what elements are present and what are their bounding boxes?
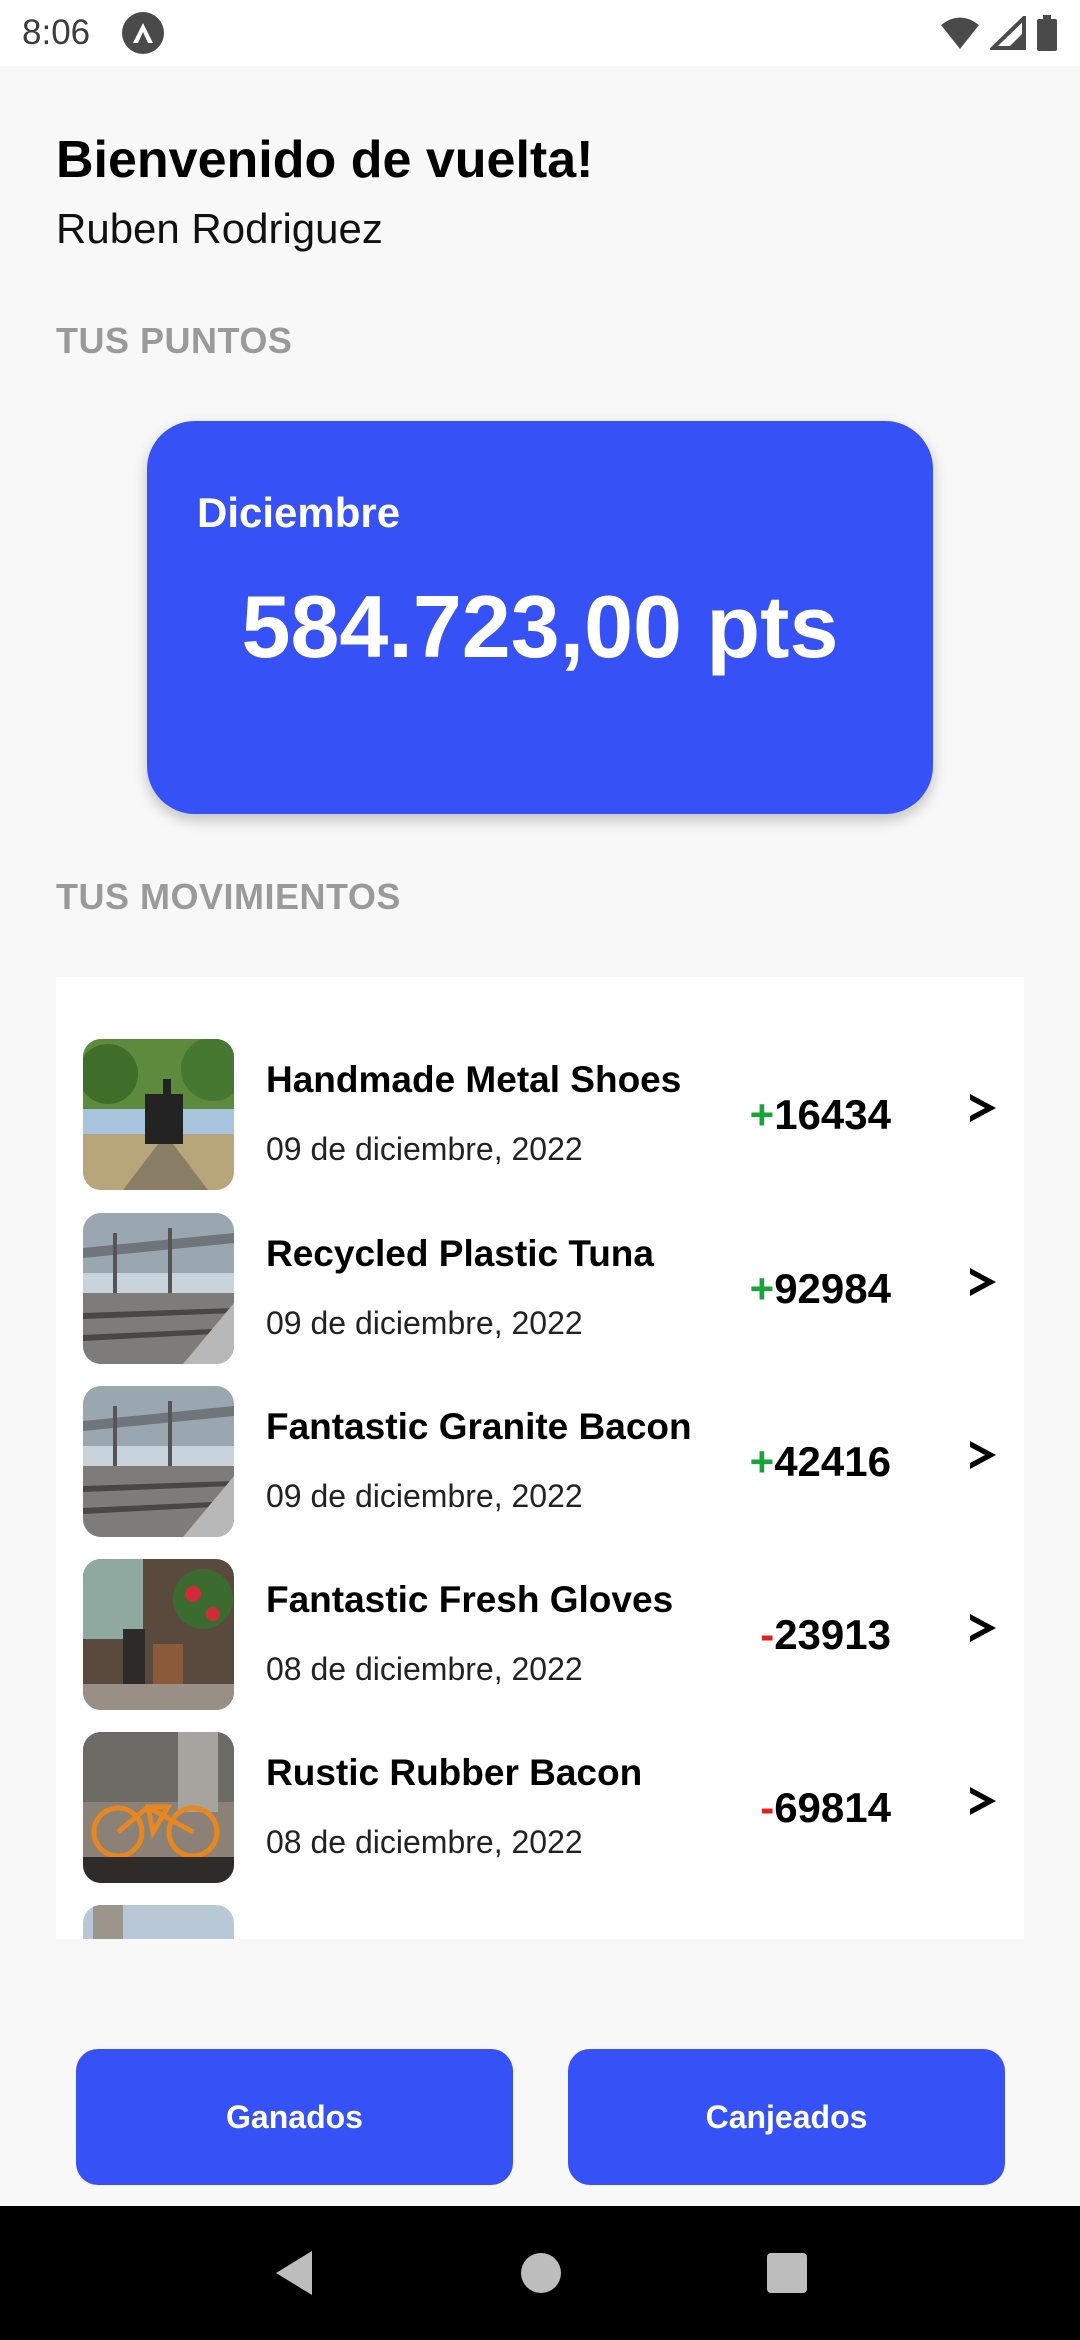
movement-title: Fantastic Granite Bacon bbox=[266, 1406, 692, 1447]
movement-item[interactable]: Fantastic Fresh Gloves 08 de diciembre, … bbox=[56, 1559, 1024, 1713]
amount-value: 92984 bbox=[774, 1265, 891, 1312]
amount-sign: + bbox=[749, 1091, 775, 1138]
recents-icon[interactable] bbox=[766, 2252, 808, 2294]
points-section-label: TUS PUNTOS bbox=[56, 320, 293, 361]
status-time: 8:06 bbox=[22, 13, 91, 52]
movement-amount: -69814 bbox=[760, 1784, 891, 1832]
street-cafe-photo bbox=[83, 1559, 234, 1710]
amount-sign: + bbox=[749, 1438, 775, 1485]
movements-section-label: TUS MOVIMIENTOS bbox=[56, 876, 401, 917]
movement-amount: +16434 bbox=[750, 1091, 891, 1139]
points-month: Diciembre bbox=[197, 489, 401, 536]
system-navigation-bar bbox=[0, 2206, 1080, 2340]
chevron-right-icon[interactable] bbox=[968, 1784, 998, 1818]
points-value: 584.723,00 pts bbox=[241, 577, 839, 676]
user-name: Ruben Rodriguez bbox=[56, 205, 383, 252]
chevron-right-icon[interactable] bbox=[968, 1438, 998, 1472]
movement-date: 09 de diciembre, 2022 bbox=[266, 1478, 583, 1514]
movement-title: Handmade Metal Shoes bbox=[266, 1059, 682, 1100]
movement-item-partial[interactable] bbox=[56, 1905, 1024, 1939]
movement-title: Recycled Plastic Tuna bbox=[266, 1233, 654, 1274]
movement-date: 08 de diciembre, 2022 bbox=[266, 1824, 583, 1860]
amount-value: 69814 bbox=[774, 1784, 891, 1831]
chevron-right-icon[interactable] bbox=[968, 1091, 998, 1125]
app-notification-icon bbox=[122, 12, 165, 54]
street-photo bbox=[83, 1905, 234, 1939]
movement-item[interactable]: Rustic Rubber Bacon 08 de diciembre, 202… bbox=[56, 1732, 1024, 1886]
movement-item[interactable]: Recycled Plastic Tuna 09 de diciembre, 2… bbox=[56, 1213, 1024, 1367]
signal-icon bbox=[990, 16, 1026, 50]
greeting-title: Bienvenido de vuelta! bbox=[56, 131, 594, 189]
bicycle-photo bbox=[83, 1732, 234, 1883]
points-card: Diciembre 584.723,00 pts bbox=[147, 421, 933, 814]
chevron-right-icon[interactable] bbox=[968, 1611, 998, 1645]
movement-amount: +92984 bbox=[750, 1265, 891, 1313]
amount-value: 42416 bbox=[774, 1438, 891, 1485]
amount-sign: + bbox=[749, 1265, 775, 1312]
battery-icon bbox=[1037, 15, 1057, 51]
amount-value: 16434 bbox=[774, 1091, 891, 1138]
movement-title: Fantastic Fresh Gloves bbox=[266, 1579, 674, 1620]
status-icons bbox=[940, 15, 1058, 51]
movement-item[interactable]: Handmade Metal Shoes 09 de diciembre, 20… bbox=[56, 1039, 1024, 1193]
amount-value: 23913 bbox=[774, 1611, 891, 1658]
movement-amount: -23913 bbox=[760, 1611, 891, 1659]
station-photo bbox=[83, 1213, 234, 1364]
home-icon[interactable] bbox=[520, 2252, 562, 2294]
station-photo bbox=[83, 1386, 234, 1537]
movement-title: Rustic Rubber Bacon bbox=[266, 1752, 643, 1793]
earned-button[interactable]: Ganados bbox=[76, 2049, 513, 2185]
movement-date: 08 de diciembre, 2022 bbox=[266, 1651, 583, 1687]
movement-date: 09 de diciembre, 2022 bbox=[266, 1131, 583, 1167]
movements-list[interactable]: Handmade Metal Shoes 09 de diciembre, 20… bbox=[56, 977, 1024, 1939]
movement-date: 09 de diciembre, 2022 bbox=[266, 1305, 583, 1341]
movement-amount: +42416 bbox=[750, 1438, 891, 1486]
status-bar: 8:06 bbox=[0, 0, 1080, 66]
back-icon[interactable] bbox=[272, 2249, 316, 2297]
redeemed-button[interactable]: Canjeados bbox=[568, 2049, 1005, 2185]
chevron-right-icon[interactable] bbox=[968, 1265, 998, 1299]
amount-sign: - bbox=[760, 1611, 775, 1658]
wifi-icon bbox=[941, 17, 979, 49]
amount-sign: - bbox=[760, 1784, 775, 1831]
train-photo bbox=[83, 1039, 234, 1190]
movement-item[interactable]: Fantastic Granite Bacon 09 de diciembre,… bbox=[56, 1386, 1024, 1540]
